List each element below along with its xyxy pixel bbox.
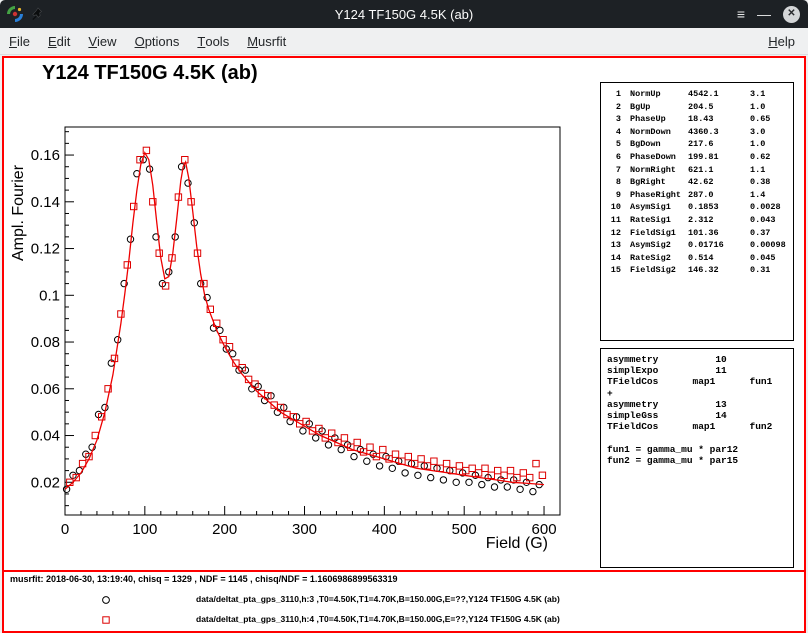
parameter-row: 11RateSig12.3120.043: [607, 214, 793, 227]
window-title: Y124 TF150G 4.5K (ab): [0, 7, 808, 22]
parameter-row: 5BgDown217.61.0: [607, 138, 793, 151]
circle-marker-icon: [100, 593, 112, 611]
svg-text:100: 100: [132, 521, 157, 538]
parameter-row: 4NormDown4360.33.0: [607, 126, 793, 139]
parameter-row: 14RateSig20.5140.045: [607, 252, 793, 265]
parameter-row: 10AsymSig10.18530.0028: [607, 201, 793, 214]
menubar: File Edit View Options Tools Musrfit Hel…: [0, 28, 808, 55]
parameter-row: 1NormUp4542.13.1: [607, 88, 793, 101]
menu-file[interactable]: File: [0, 28, 39, 54]
parameter-row: 8BgRight42.620.38: [607, 176, 793, 189]
svg-text:400: 400: [372, 521, 397, 538]
parameter-row: 6PhaseDown199.810.62: [607, 151, 793, 164]
menu-tools[interactable]: Tools: [188, 28, 238, 54]
menu-edit[interactable]: Edit: [39, 28, 79, 54]
menu-view[interactable]: View: [79, 28, 125, 54]
legend-entry[interactable]: data/deltat_pta_gps_3110,h:4 ,T0=4.50K,T…: [4, 611, 804, 627]
svg-text:0.06: 0.06: [31, 381, 60, 398]
plot-title: Y124 TF150G 4.5K (ab): [42, 62, 258, 85]
svg-text:0.04: 0.04: [31, 428, 60, 445]
svg-text:200: 200: [212, 521, 237, 538]
parameter-list: 1NormUp4542.13.12BgUp204.51.03PhaseUp18.…: [607, 88, 793, 277]
menu-options[interactable]: Options: [126, 28, 189, 54]
plot-area[interactable]: 01002003004005006000.020.040.060.080.10.…: [4, 85, 604, 557]
parameter-row: 12FieldSig1101.360.37: [607, 227, 793, 240]
minimize-icon[interactable]: —: [757, 7, 771, 21]
pad-divider: [4, 570, 804, 572]
parameter-row: 7NormRight621.11.1: [607, 164, 793, 177]
legend-label: data/deltat_pta_gps_3110,h:3 ,T0=4.50K,T…: [196, 594, 560, 604]
fit-info: musrfit: 2018-06-30, 13:19:40, chisq = 1…: [10, 574, 397, 584]
menu-musrfit[interactable]: Musrfit: [238, 28, 295, 54]
square-marker-icon: [100, 613, 112, 631]
svg-text:Field (G): Field (G): [486, 535, 548, 552]
root-canvas[interactable]: Y124 TF150G 4.5K (ab) 010020030040050060…: [2, 56, 806, 633]
parameter-row: 13AsymSig20.017160.00098: [607, 239, 793, 252]
parameter-row: 3PhaseUp18.430.65: [607, 113, 793, 126]
svg-text:0.12: 0.12: [31, 241, 60, 258]
window-menu-icon[interactable]: ≡: [737, 7, 745, 21]
parameter-row: 9PhaseRight287.01.4: [607, 189, 793, 202]
svg-text:0: 0: [61, 521, 69, 538]
svg-text:0.02: 0.02: [31, 474, 60, 491]
svg-text:0.1: 0.1: [39, 287, 60, 304]
svg-text:0.14: 0.14: [31, 194, 60, 211]
svg-text:300: 300: [292, 521, 317, 538]
legend-label: data/deltat_pta_gps_3110,h:4 ,T0=4.50K,T…: [196, 614, 560, 624]
parameter-row: 2BgUp204.51.0: [607, 101, 793, 114]
theory-text: asymmetry 10 simplExpo 11 TFieldCos map1…: [607, 354, 793, 466]
svg-text:0.16: 0.16: [31, 147, 60, 164]
svg-text:500: 500: [452, 521, 477, 538]
close-icon[interactable]: ✕: [783, 6, 800, 23]
svg-text:0.08: 0.08: [31, 334, 60, 351]
titlebar[interactable]: Y124 TF150G 4.5K (ab) ≡ — ✕: [0, 0, 808, 28]
svg-text:Ampl. Fourier: Ampl. Fourier: [10, 164, 27, 261]
menu-help[interactable]: Help: [759, 28, 804, 54]
parameter-row: 15FieldSig2146.320.31: [607, 264, 793, 277]
theory-box[interactable]: asymmetry 10 simplExpo 11 TFieldCos map1…: [600, 348, 794, 568]
legend-entry[interactable]: data/deltat_pta_gps_3110,h:3 ,T0=4.50K,T…: [4, 591, 804, 607]
parameter-box[interactable]: 1NormUp4542.13.12BgUp204.51.03PhaseUp18.…: [600, 82, 794, 341]
